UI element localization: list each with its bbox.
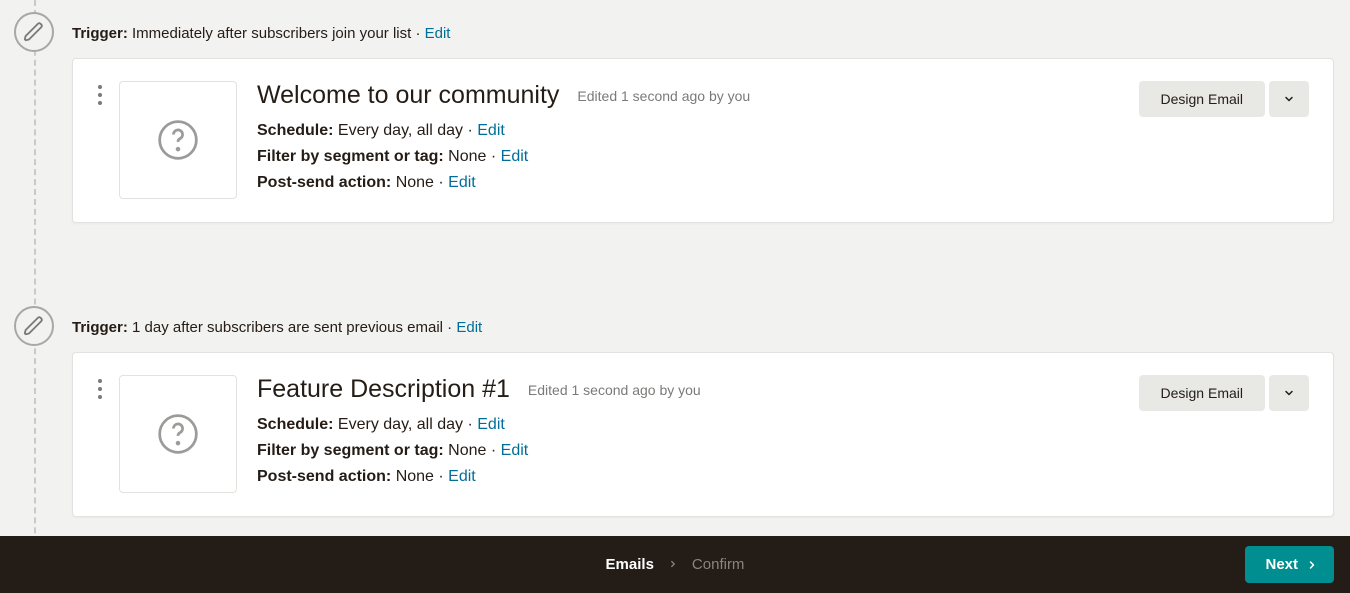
email-card: Welcome to our community Edited 1 second… xyxy=(72,58,1334,223)
schedule-row: Schedule: Every day, all day · Edit xyxy=(257,416,1139,434)
email-thumbnail[interactable] xyxy=(119,81,237,199)
edit-filter-link[interactable]: Edit xyxy=(501,442,529,459)
timeline-line xyxy=(34,0,36,593)
separator: · xyxy=(415,25,424,42)
email-card: Feature Description #1 Edited 1 second a… xyxy=(72,352,1334,517)
schedule-row: Schedule: Every day, all day · Edit xyxy=(257,122,1139,140)
post-send-row: Post-send action: None · Edit xyxy=(257,174,1139,192)
email-meta: Edited 1 second ago by you xyxy=(528,382,701,398)
design-email-button[interactable]: Design Email xyxy=(1139,375,1265,411)
trigger-edit-icon[interactable] xyxy=(14,12,54,52)
filter-row: Filter by segment or tag: None · Edit xyxy=(257,442,1139,460)
filter-row: Filter by segment or tag: None · Edit xyxy=(257,148,1139,166)
breadcrumb-step-confirm[interactable]: Confirm xyxy=(692,556,745,573)
chevron-down-icon xyxy=(1283,93,1295,105)
post-send-row: Post-send action: None · Edit xyxy=(257,468,1139,486)
edit-schedule-link[interactable]: Edit xyxy=(477,122,505,139)
breadcrumb-step-emails[interactable]: Emails xyxy=(606,556,654,573)
card-more-menu[interactable] xyxy=(91,81,109,105)
design-email-dropdown[interactable] xyxy=(1269,81,1309,117)
footer-bar: Emails Confirm Next xyxy=(0,536,1350,593)
design-email-dropdown[interactable] xyxy=(1269,375,1309,411)
pencil-icon xyxy=(23,315,45,337)
card-more-menu[interactable] xyxy=(91,375,109,399)
email-thumbnail[interactable] xyxy=(119,375,237,493)
question-icon xyxy=(156,118,200,162)
edit-trigger-link[interactable]: Edit xyxy=(456,319,482,336)
chevron-down-icon xyxy=(1283,387,1295,399)
edit-post-send-link[interactable]: Edit xyxy=(448,174,476,191)
trigger-label: Trigger: xyxy=(72,25,128,42)
separator: · xyxy=(447,319,456,336)
trigger-edit-icon[interactable] xyxy=(14,306,54,346)
trigger-value: 1 day after subscribers are sent previou… xyxy=(132,319,443,336)
design-email-button[interactable]: Design Email xyxy=(1139,81,1265,117)
pencil-icon xyxy=(23,21,45,43)
edit-schedule-link[interactable]: Edit xyxy=(477,416,505,433)
email-title: Feature Description #1 xyxy=(257,375,510,404)
edit-post-send-link[interactable]: Edit xyxy=(448,468,476,485)
breadcrumb: Emails Confirm xyxy=(606,556,745,573)
chevron-right-icon xyxy=(668,556,678,573)
next-button[interactable]: Next xyxy=(1245,546,1334,583)
email-title: Welcome to our community xyxy=(257,81,559,110)
question-icon xyxy=(156,412,200,456)
trigger-text: Trigger: 1 day after subscribers are sen… xyxy=(72,317,482,338)
trigger-text: Trigger: Immediately after subscribers j… xyxy=(72,23,450,44)
trigger-value: Immediately after subscribers join your … xyxy=(132,25,411,42)
trigger-label: Trigger: xyxy=(72,319,128,336)
edit-filter-link[interactable]: Edit xyxy=(501,148,529,165)
edit-trigger-link[interactable]: Edit xyxy=(425,25,451,42)
email-meta: Edited 1 second ago by you xyxy=(577,88,750,104)
chevron-right-icon xyxy=(1306,559,1318,571)
